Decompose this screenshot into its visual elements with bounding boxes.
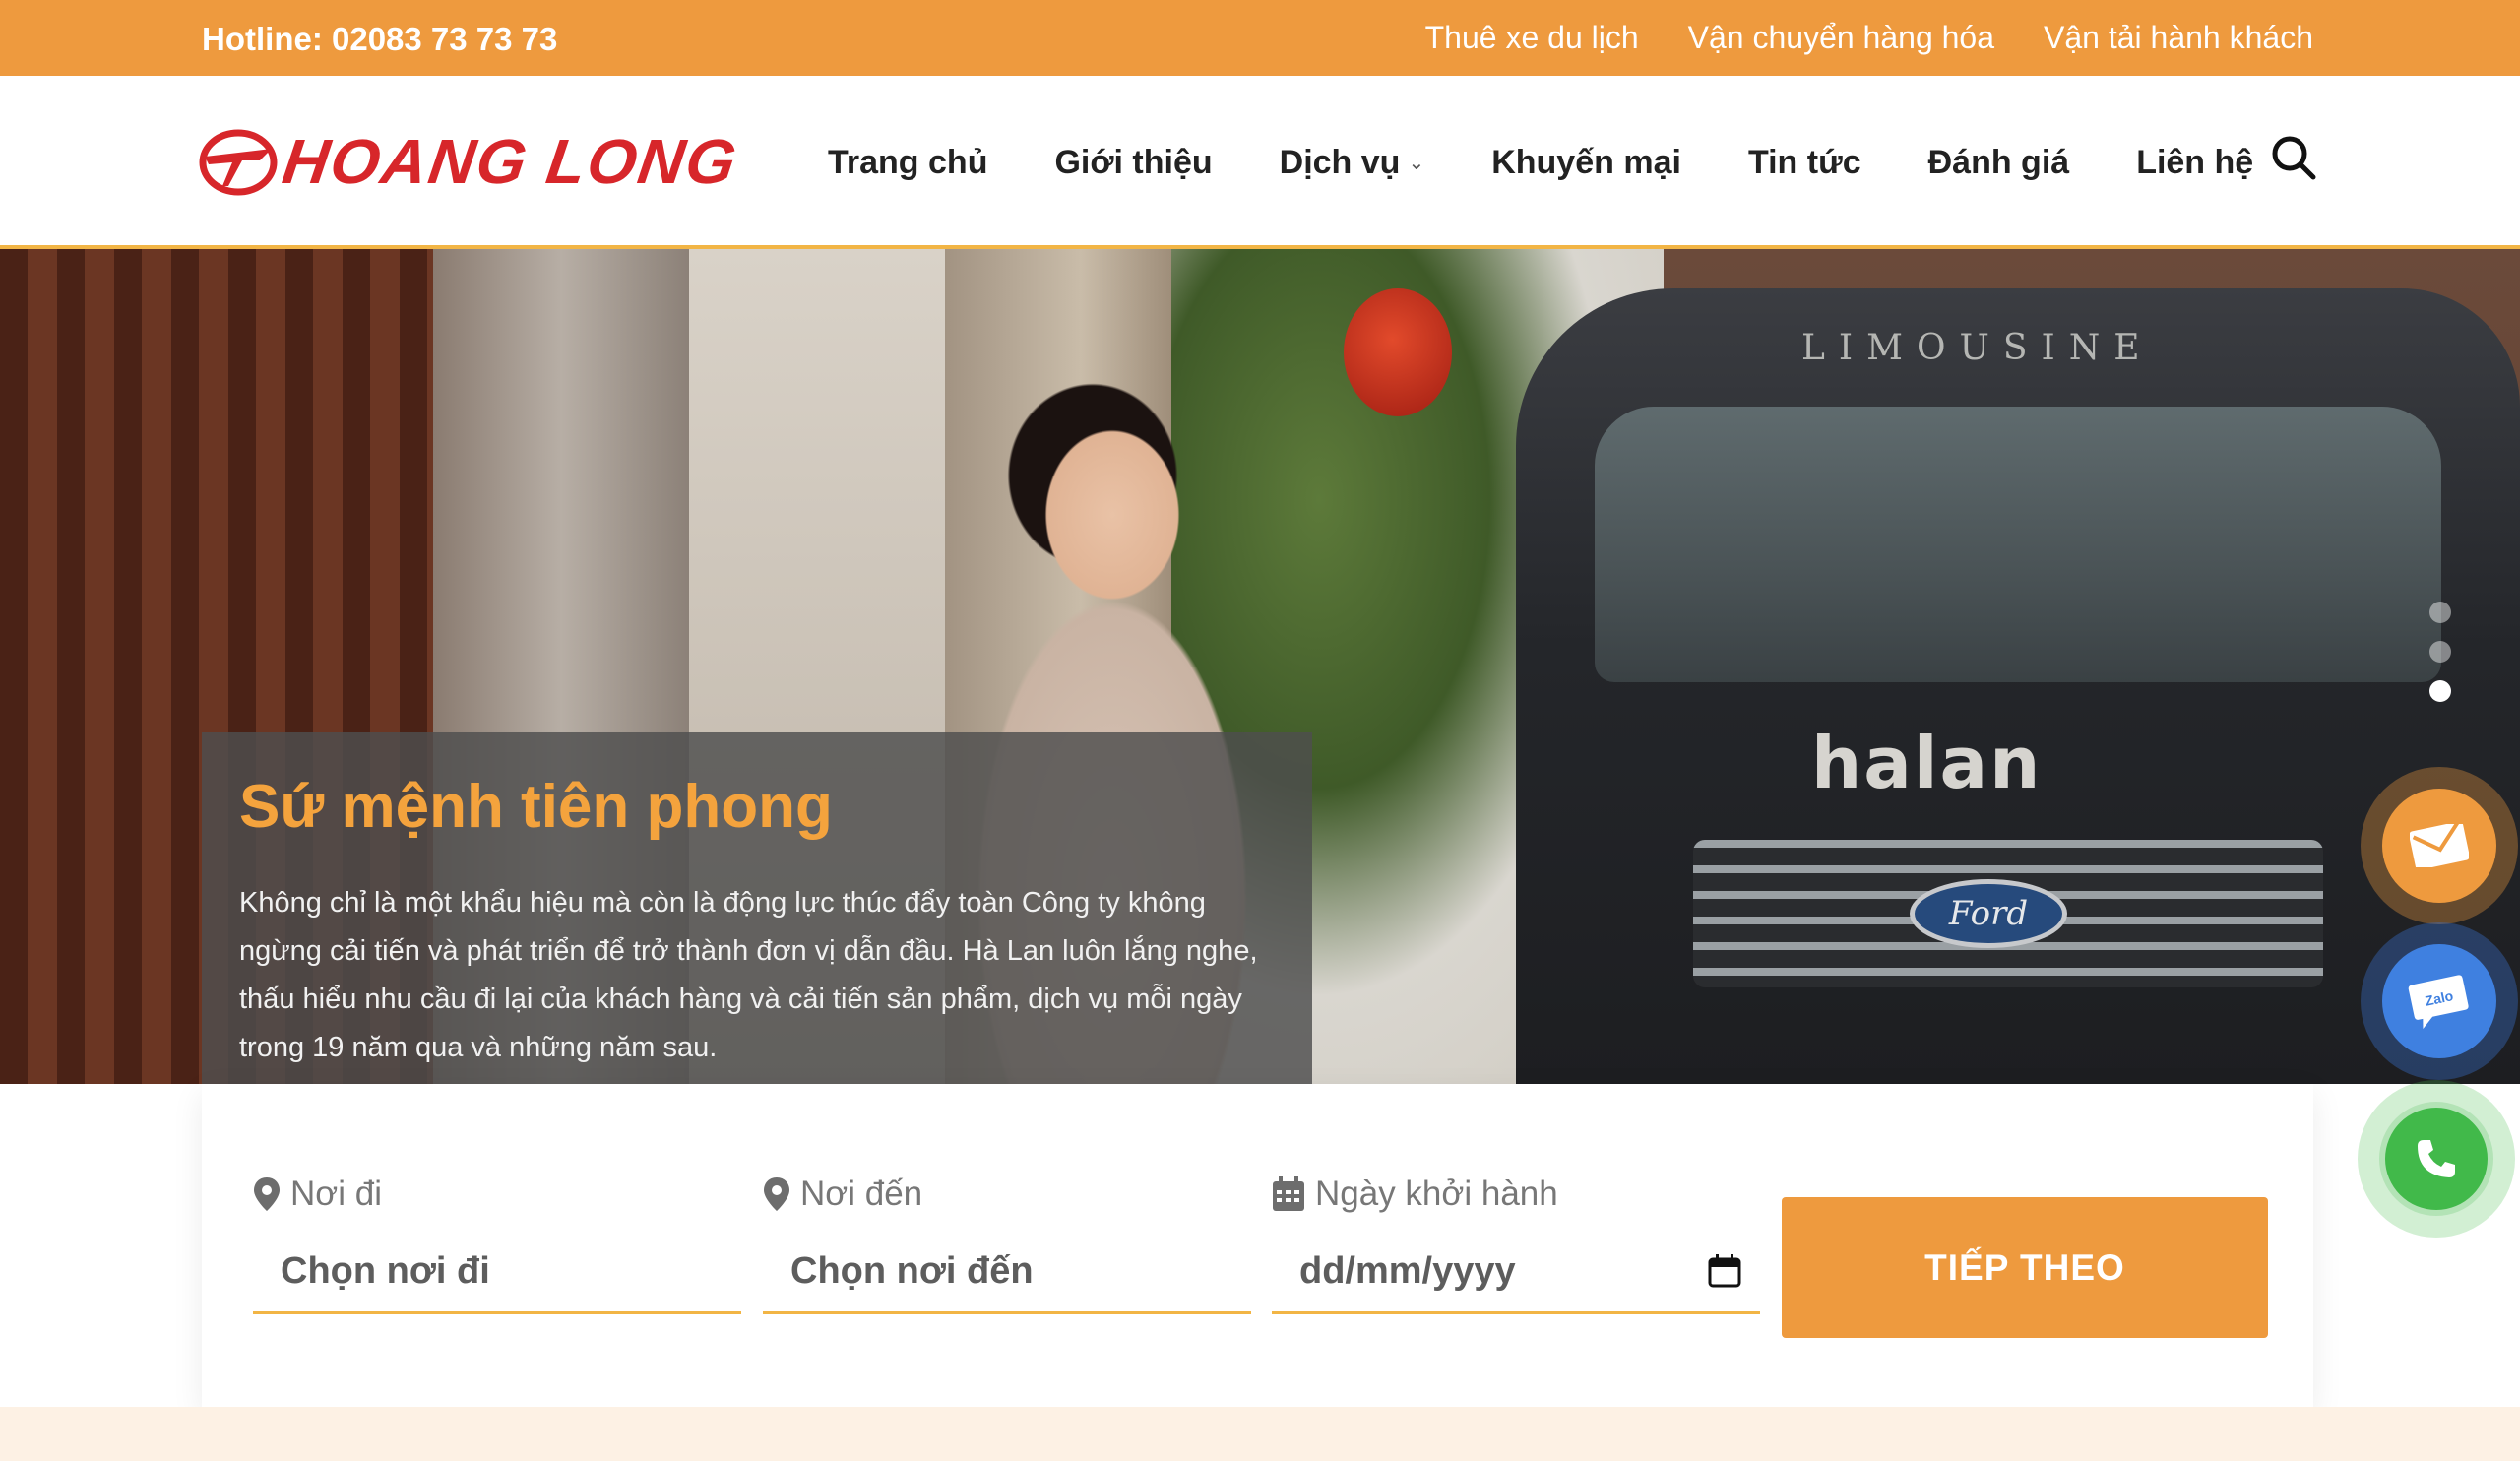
van-brand-label: halan [1811, 722, 2043, 804]
departure-label: Nơi đi [253, 1175, 382, 1214]
zalo-button-inner: Zalo [2382, 944, 2496, 1058]
zalo-button[interactable]: Zalo [2361, 922, 2518, 1080]
hero-image-lantern [1344, 288, 1452, 416]
top-links: Thuê xe du lịch Vận chuyển hàng hóa Vận … [1425, 0, 2313, 76]
date-input[interactable]: dd/mm/yyyy [1272, 1241, 1760, 1314]
slider-dot-2[interactable] [2429, 641, 2451, 663]
date-label: Ngày khởi hành [1272, 1175, 1558, 1214]
logo-emblem-icon [199, 129, 278, 196]
departure-label-text: Nơi đi [290, 1175, 382, 1213]
hero-caption-text: Không chỉ là một khẩu hiệu mà còn là độn… [239, 887, 1258, 1063]
nav-contact[interactable]: Liên hệ [2136, 144, 2253, 182]
top-link-passenger[interactable]: Vận tải hành khách [2044, 20, 2313, 56]
main-nav: Trang chủ Giới thiệu Dịch vụ ⌄ Khuyến mạ… [828, 76, 2253, 249]
destination-label-text: Nơi đến [800, 1175, 923, 1213]
calendar-picker-icon[interactable] [1707, 1253, 1742, 1289]
date-input-value: dd/mm/yyyy [1299, 1250, 1516, 1292]
phone-icon [2418, 1140, 2455, 1177]
mail-button-inner [2382, 789, 2496, 903]
calendar-icon [1273, 1176, 1304, 1211]
nav-news[interactable]: Tin tức [1748, 144, 1861, 182]
nav-services-label: Dịch vụ [1279, 143, 1401, 181]
nav-promotions[interactable]: Khuyến mại [1491, 144, 1681, 182]
logo[interactable]: HOANG LONG [199, 125, 742, 198]
phone-button[interactable] [2358, 1080, 2515, 1238]
search-button[interactable] [2269, 133, 2318, 182]
hotline[interactable]: Hotline: 02083 73 73 73 [202, 0, 557, 76]
top-link-tour-rental[interactable]: Thuê xe du lịch [1425, 20, 1639, 56]
slider-dots [2429, 602, 2451, 702]
site-header: HOANG LONG Trang chủ Giới thiệu Dịch vụ … [0, 76, 2520, 249]
search-icon [2272, 136, 2316, 180]
logo-text: HOANG LONG [278, 126, 742, 197]
hero-caption-title: Sứ mệnh tiên phong [239, 773, 833, 841]
nav-reviews[interactable]: Đánh giá [1928, 144, 2070, 182]
chevron-down-icon: ⌄ [1408, 152, 1425, 174]
destination-label: Nơi đến [763, 1175, 922, 1214]
zalo-icon: Zalo [2408, 975, 2469, 1029]
location-pin-icon [764, 1177, 789, 1211]
mail-button[interactable] [2361, 767, 2518, 924]
destination-select[interactable]: Chọn nơi đến [763, 1241, 1251, 1314]
slider-dot-1[interactable] [2429, 602, 2451, 623]
hero-caption: Sứ mệnh tiên phong Không chỉ là một khẩu… [202, 732, 1312, 1112]
nav-about[interactable]: Giới thiệu [1054, 144, 1212, 182]
booking-form: Nơi đi Chọn nơi đi Nơi đến Chọn nơi đến … [202, 1084, 2313, 1407]
van-badge: Ford [1910, 879, 2067, 948]
slider-dot-3[interactable] [2429, 680, 2451, 702]
next-button[interactable]: TIẾP THEO [1782, 1197, 2268, 1338]
phone-button-inner [2379, 1102, 2493, 1216]
departure-select[interactable]: Chọn nơi đi [253, 1241, 741, 1314]
top-bar: Hotline: 02083 73 73 73 Thuê xe du lịch … [0, 0, 2520, 76]
location-pin-icon [254, 1177, 280, 1211]
bottom-strip [0, 1407, 2520, 1461]
van-windshield [1595, 407, 2441, 682]
mail-icon [2410, 824, 2469, 867]
top-link-freight[interactable]: Vận chuyển hàng hóa [1688, 20, 1994, 56]
date-label-text: Ngày khởi hành [1315, 1175, 1558, 1213]
nav-services[interactable]: Dịch vụ ⌄ [1280, 144, 1425, 182]
nav-home[interactable]: Trang chủ [828, 144, 987, 182]
van-limousine-label: LIMOUSINE [1801, 328, 2154, 368]
